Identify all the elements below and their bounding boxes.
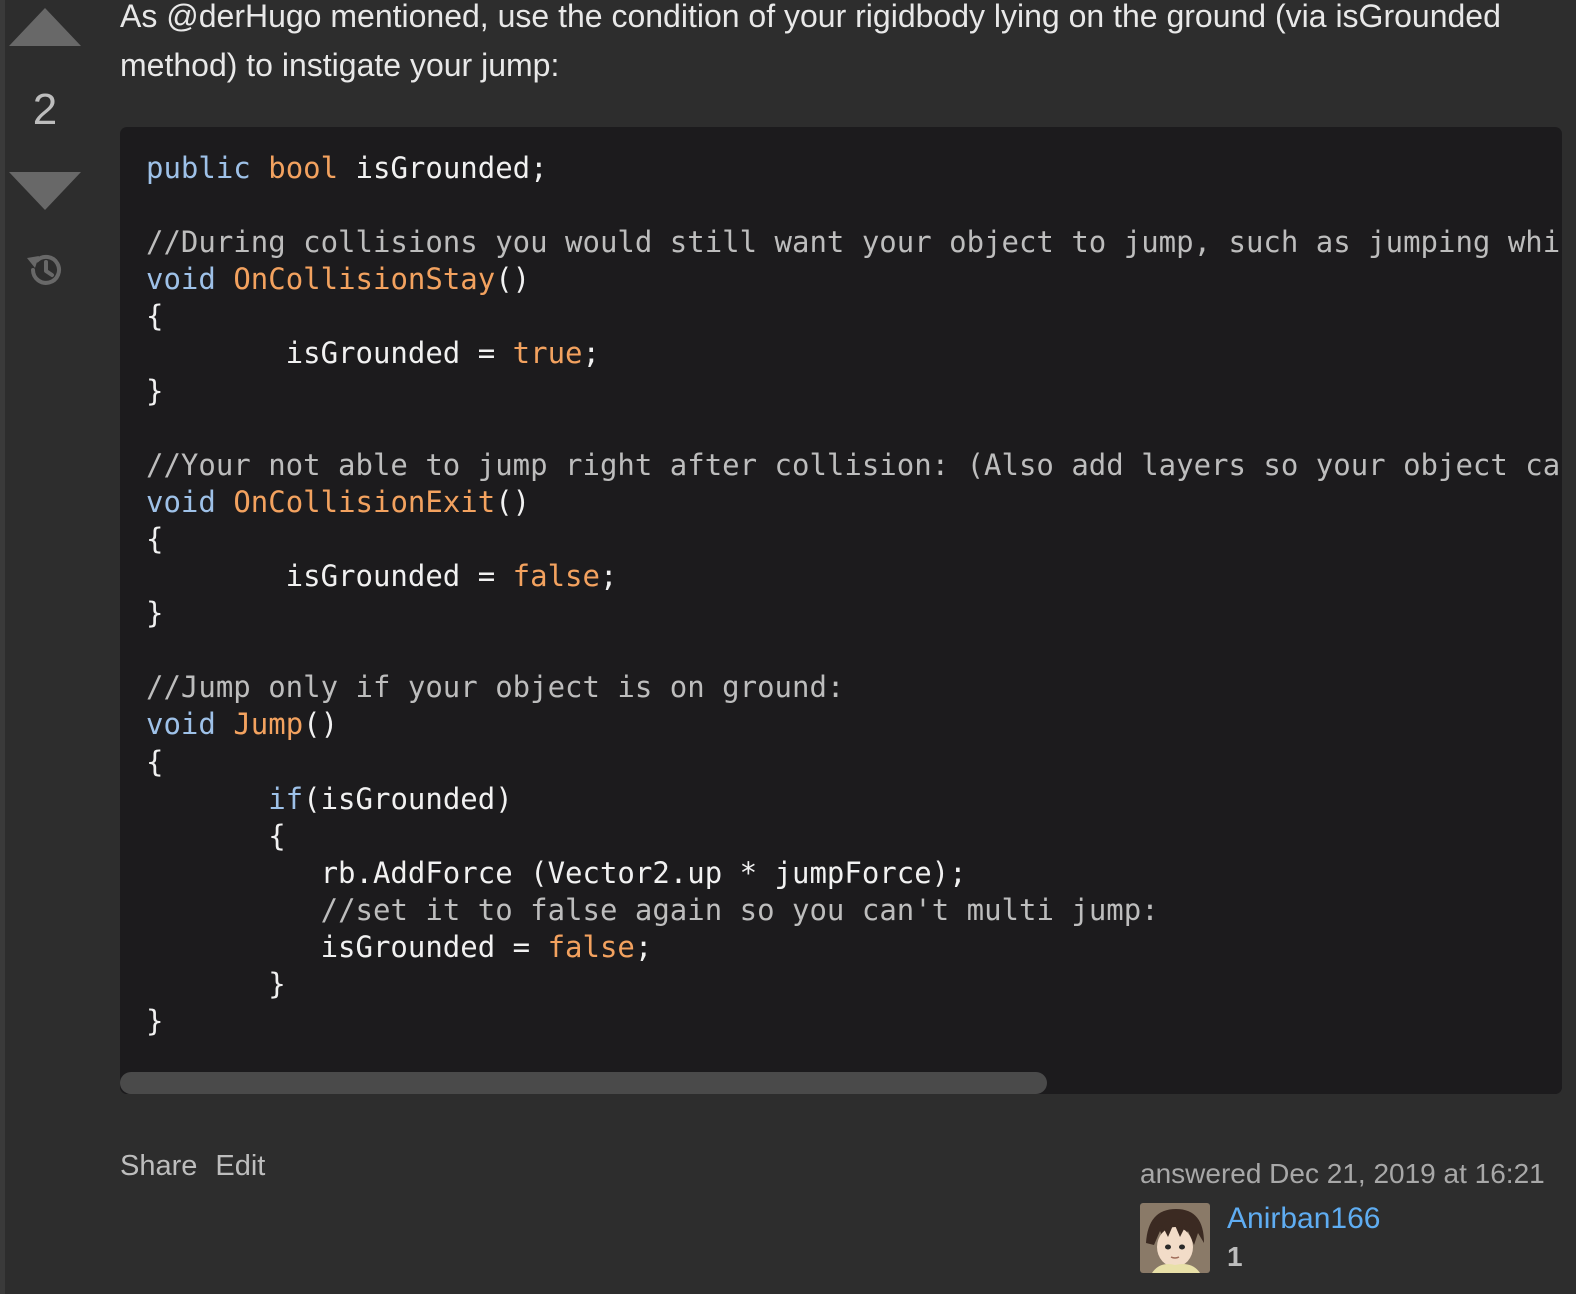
code-scrollbar-track[interactable] — [120, 1072, 1562, 1094]
code-block: public bool isGrounded; //During collisi… — [120, 127, 1562, 1094]
code-comment: //Your not able to jump right after coll… — [146, 447, 1562, 482]
code-comment: //During collisions you would still want… — [146, 225, 1562, 260]
user-avatar[interactable] — [1140, 1203, 1210, 1273]
code-function-name: OnCollisionExit — [233, 484, 496, 519]
code-text: () — [303, 707, 339, 742]
code-scrollbar-thumb[interactable] — [120, 1072, 1047, 1094]
code-keyword: public — [146, 151, 251, 185]
downvote-arrow-icon[interactable] — [9, 172, 81, 210]
user-name-link[interactable]: Anirban166 — [1227, 1202, 1380, 1236]
code-text: isGrounded = — [146, 559, 513, 594]
user-reputation: 1 — [1227, 1241, 1243, 1272]
upvote-arrow-icon[interactable] — [9, 8, 81, 46]
code-comment: //Jump only if your object is on ground: — [146, 670, 845, 705]
code-brace: { — [146, 521, 164, 556]
share-link[interactable]: Share — [120, 1150, 197, 1183]
code-text: ; — [599, 559, 618, 594]
code-type: bool — [268, 151, 339, 185]
code-text: () — [495, 262, 531, 297]
code-function-name: OnCollisionStay — [233, 262, 496, 297]
history-icon[interactable] — [23, 248, 67, 292]
code-literal: false — [547, 929, 635, 964]
code-brace: } — [146, 373, 164, 408]
code-text: ; — [634, 929, 653, 964]
code-keyword: void — [146, 484, 216, 519]
code-text: isGrounded; — [338, 151, 548, 185]
post-menu: Share Edit — [120, 1150, 265, 1183]
code-brace: { — [146, 818, 286, 853]
answer-page: 2 As @derHugo mentioned, use the conditi… — [0, 0, 1576, 1294]
code-text: () — [495, 484, 531, 519]
code-function-name: Jump — [233, 707, 304, 742]
code-text: ; — [582, 336, 600, 371]
code-literal: true — [512, 336, 583, 371]
vote-count: 2 — [32, 85, 58, 134]
code-content: public bool isGrounded; //During collisi… — [146, 150, 1562, 1040]
code-text: isGrounded = — [146, 929, 548, 964]
code-keyword: void — [146, 262, 216, 297]
code-text: (isGrounded) — [303, 781, 513, 816]
edit-link[interactable]: Edit — [215, 1150, 265, 1183]
code-keyword: if — [268, 781, 304, 816]
user-card: answered Dec 21, 2019 at 16:21 Anirban16… — [1140, 1158, 1560, 1288]
code-brace: { — [146, 299, 164, 334]
code-brace: } — [146, 967, 286, 1002]
code-brace: { — [146, 744, 164, 779]
code-brace: } — [146, 1004, 164, 1039]
code-keyword: void — [146, 707, 216, 742]
code-text: rb.AddForce (Vector2.up * jumpForce); — [146, 855, 967, 890]
code-text: isGrounded = — [146, 336, 513, 371]
code-comment: //set it to false again so you can't mul… — [320, 892, 1159, 927]
code-brace: } — [146, 596, 164, 631]
code-literal: false — [512, 559, 600, 594]
vote-column: 2 — [5, 0, 85, 320]
answer-intro-text: As @derHugo mentioned, use the condition… — [120, 0, 1501, 83]
answered-timestamp: answered Dec 21, 2019 at 16:21 — [1140, 1158, 1545, 1189]
